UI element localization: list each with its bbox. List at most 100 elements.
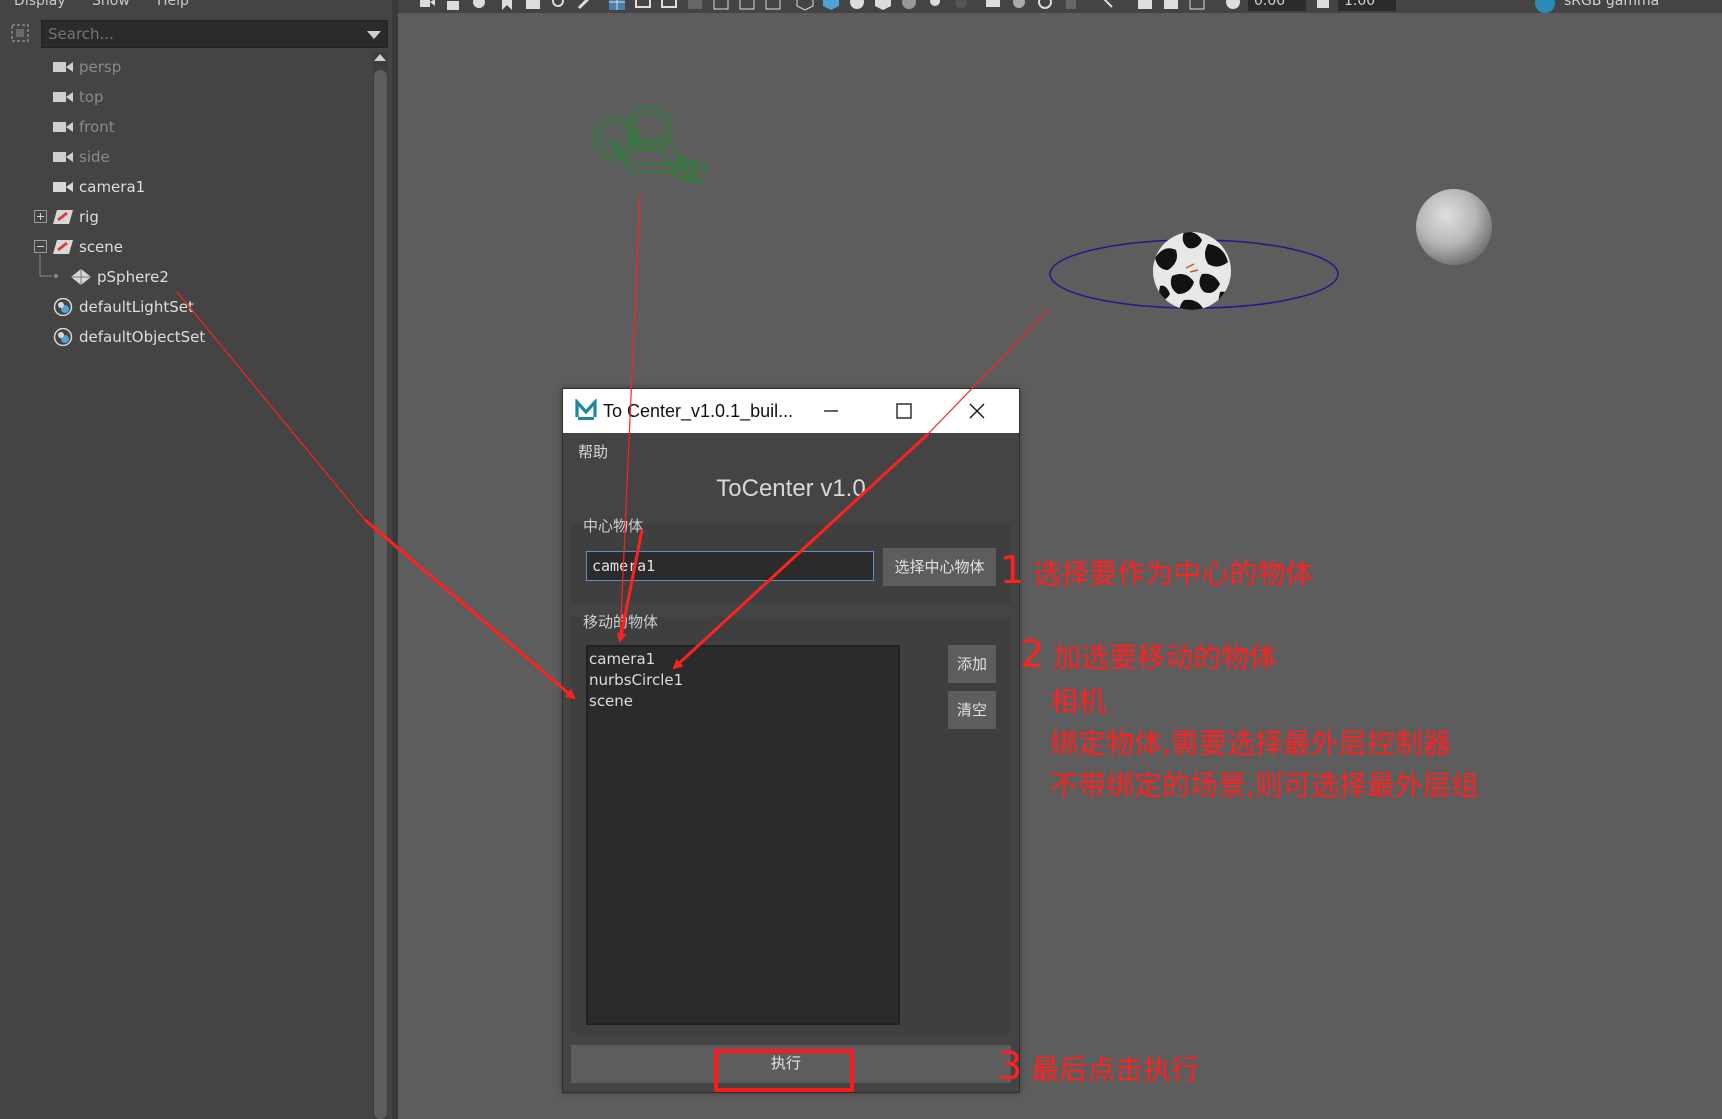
set-icon [53, 298, 73, 316]
filter-icon[interactable] [9, 22, 31, 44]
viewport-toolbar: 0.00 1.00 sRGB gamma [398, 0, 1722, 13]
annotation-step-2-line-2: 相机 [1050, 685, 1107, 718]
safe-action-icon[interactable] [738, 0, 756, 11]
move-objects-label: 移动的物体 [583, 613, 659, 631]
grey-sphere[interactable] [1414, 186, 1494, 268]
close-icon[interactable] [943, 389, 1011, 433]
dialog-menu-help[interactable]: 帮助 [578, 441, 608, 462]
outliner-item-label: side [79, 148, 110, 166]
camera1-wireframe[interactable] [588, 100, 718, 200]
outliner-item-label: scene [79, 238, 124, 256]
outliner-search-row [0, 18, 397, 50]
bookmark-icon[interactable] [498, 0, 516, 11]
shadows-icon[interactable] [952, 0, 970, 11]
smooth-shade-icon[interactable] [822, 0, 840, 11]
resolution-gate-icon[interactable] [660, 0, 678, 11]
menu-show[interactable]: Show [92, 0, 130, 9]
film-gate-icon[interactable] [634, 0, 652, 11]
scroll-up-arrow-icon[interactable] [374, 54, 386, 61]
mesh-icon [71, 269, 91, 285]
tocenter-dialog: To Center_v1.0.1_buil... 帮助 ToCenter v1.… [562, 388, 1020, 1093]
camera-icon [53, 152, 73, 162]
gamma-icon[interactable] [1314, 0, 1332, 11]
isolate-select-icon[interactable] [1098, 0, 1116, 11]
outliner-scrollbar[interactable] [373, 52, 388, 1119]
camera-icon [53, 92, 73, 102]
image-plane-icon[interactable] [524, 0, 542, 11]
list-item[interactable]: scene [589, 691, 633, 712]
minimize-icon[interactable] [797, 389, 865, 433]
maya-app-icon [575, 399, 597, 421]
depth-of-field-icon[interactable] [1062, 0, 1080, 11]
annotation-step-3: 3 最后点击执行 [998, 1044, 1199, 1088]
annotation-step-1: 1 选择要作为中心的物体 [1000, 548, 1313, 592]
annotation-step-1-text: 选择要作为中心的物体 [1033, 557, 1314, 590]
center-object-input[interactable] [587, 552, 873, 580]
field-chart-icon[interactable] [712, 0, 730, 11]
maximize-icon[interactable] [871, 389, 939, 433]
expand-plus-icon[interactable] [34, 210, 47, 223]
wireframe-icon[interactable] [796, 0, 814, 11]
camera-attributes-icon[interactable] [470, 0, 488, 11]
textured-icon[interactable] [900, 0, 918, 11]
camera-select-icon[interactable] [418, 0, 436, 11]
xray-components-icon[interactable] [1188, 0, 1206, 11]
safe-title-icon[interactable] [764, 0, 782, 11]
2d-pan-zoom-icon[interactable] [550, 0, 568, 11]
default-material-icon[interactable] [848, 0, 866, 11]
color-management-toggle-icon[interactable] [1534, 0, 1556, 13]
exposure-icon[interactable] [1224, 0, 1242, 11]
center-object-field[interactable] [586, 551, 874, 581]
gamma-field[interactable]: 1.00 [1338, 0, 1396, 11]
menu-help[interactable]: Help [157, 0, 189, 9]
lock-camera-icon[interactable] [444, 0, 462, 11]
dialog-title: To Center_v1.0.1_buil... [603, 401, 794, 421]
annotation-step-3-text: 最后点击执行 [1031, 1053, 1200, 1086]
outliner-item-label: defaultObjectSet [79, 328, 206, 346]
tool-heading: ToCenter v1.0 [716, 475, 866, 502]
annotation-step-2-line-4: 不带绑定的场景,则可选择最外层组 [1050, 769, 1479, 802]
clear-button[interactable]: 清空 [948, 691, 996, 729]
search-input[interactable] [42, 21, 352, 47]
xray-icon[interactable] [1136, 0, 1154, 11]
select-center-object-button[interactable]: 选择中心物体 [883, 548, 996, 586]
annotation-step-2-text: 加选要移动的物体 [1053, 641, 1278, 674]
exposure-field[interactable]: 0.00 [1248, 0, 1306, 11]
dialog-titlebar[interactable]: To Center_v1.0.1_buil... [563, 389, 1019, 433]
outliner-item-label: top [79, 88, 104, 106]
anti-aliasing-icon[interactable] [1036, 0, 1054, 11]
grid-icon[interactable] [608, 0, 626, 11]
outliner-item-label: camera1 [79, 178, 146, 196]
scrollbar-thumb[interactable] [374, 70, 387, 1119]
list-item[interactable]: nurbsCircle1 [589, 670, 683, 691]
outliner-item-label: persp [79, 58, 122, 76]
add-button[interactable]: 添加 [948, 645, 996, 683]
motion-blur-icon[interactable] [1010, 0, 1028, 11]
outliner-item-label: defaultLightSet [79, 298, 194, 316]
list-item[interactable]: camera1 [589, 649, 655, 670]
outliner-search-field[interactable] [41, 20, 388, 48]
annotation-step-3-number: 3 [998, 1044, 1023, 1088]
collapse-minus-icon[interactable] [34, 240, 47, 253]
outliner-menubar: Display Show Help [0, 0, 397, 10]
use-all-lights-icon[interactable] [926, 0, 944, 11]
center-object-label: 中心物体 [583, 517, 644, 535]
outliner-item-label: pSphere2 [97, 268, 169, 286]
annotation-step-2-number: 2 [1020, 632, 1045, 676]
execute-highlight-box [714, 1049, 854, 1092]
outliner-item-label: rig [79, 208, 99, 226]
tree-connector [39, 254, 58, 278]
menu-display[interactable]: Display [14, 0, 66, 9]
grease-pencil-icon[interactable] [576, 0, 594, 11]
view-transform-label[interactable]: sRGB gamma [1564, 0, 1659, 9]
move-objects-list[interactable]: camera1 nurbsCircle1 scene [586, 645, 900, 1025]
wireframe-on-shaded-icon[interactable] [874, 0, 892, 11]
outliner-item-label: front [79, 118, 115, 136]
chevron-down-icon[interactable] [367, 31, 381, 39]
screen-space-ao-icon[interactable] [984, 0, 1002, 11]
xray-joints-icon[interactable] [1162, 0, 1180, 11]
camera-icon [53, 122, 73, 132]
camera-icon [53, 62, 73, 72]
gate-mask-icon[interactable] [686, 0, 704, 11]
psphere2-textured-sphere[interactable] [1150, 228, 1234, 314]
